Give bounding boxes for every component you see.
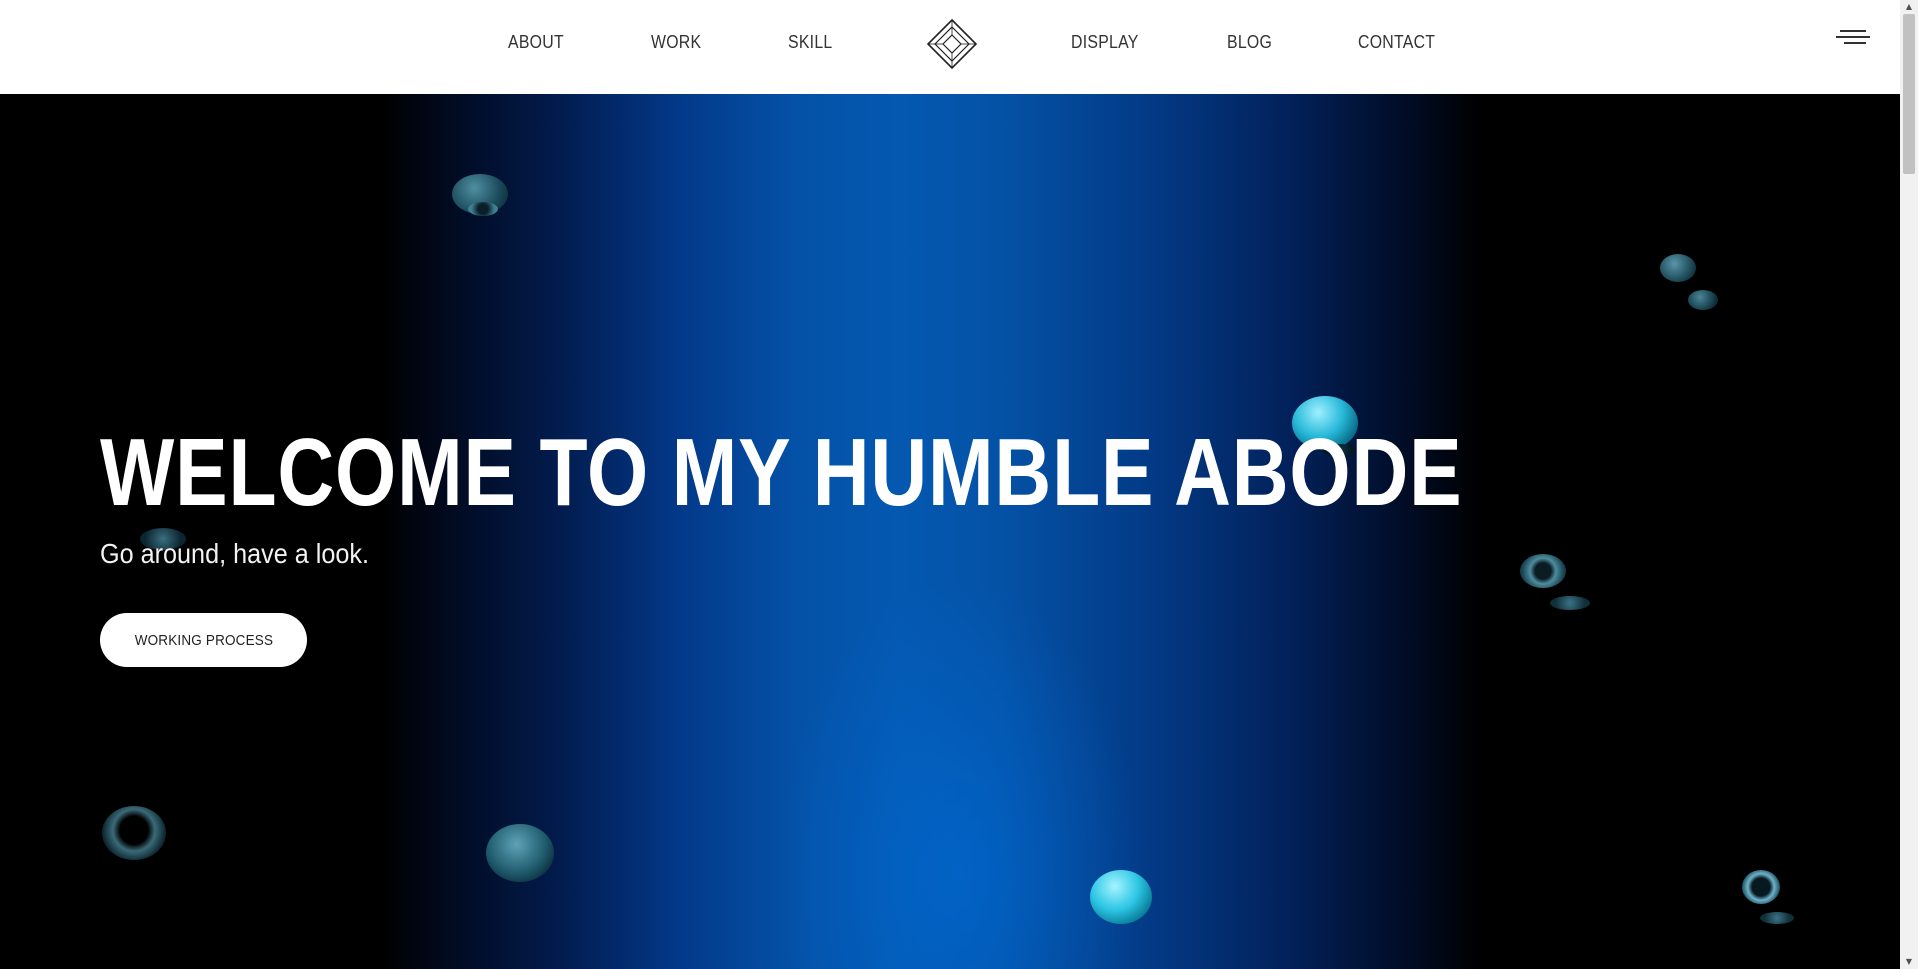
- floating-orb: [1742, 870, 1780, 904]
- floating-orb: [1090, 870, 1152, 924]
- floating-orb: [102, 806, 166, 860]
- hero-title: WELCOME TO MY HUMBLE ABODE: [100, 419, 1463, 526]
- hero-section: WELCOME TO MY HUMBLE ABODE Go around, ha…: [0, 94, 1900, 969]
- hamburger-menu-icon[interactable]: [1836, 30, 1870, 50]
- floating-orb: [1688, 290, 1718, 310]
- floating-orb: [1550, 596, 1590, 610]
- working-process-label: WORKING PROCESS: [134, 631, 273, 649]
- blue-light-beam: [0, 94, 1900, 969]
- floating-orb: [468, 202, 498, 216]
- floating-orb: [1760, 912, 1794, 924]
- floating-orb: [486, 824, 554, 882]
- vertical-scrollbar[interactable]: ▲ ▼: [1900, 0, 1918, 969]
- nav-blog[interactable]: BLOG: [1227, 32, 1272, 53]
- page: ABOUT WORK SKILL DISPLAY BLOG CONTACT WE…: [0, 0, 1918, 969]
- nav-display[interactable]: DISPLAY: [1071, 32, 1139, 53]
- working-process-button[interactable]: WORKING PROCESS: [100, 613, 307, 667]
- floating-orb: [1660, 254, 1696, 282]
- site-header: ABOUT WORK SKILL DISPLAY BLOG CONTACT: [0, 0, 1900, 94]
- scroll-up-arrow-icon[interactable]: ▲: [1900, 0, 1918, 14]
- nav-skill[interactable]: SKILL: [788, 32, 832, 53]
- scrollbar-thumb[interactable]: [1903, 14, 1915, 174]
- nav-work[interactable]: WORK: [651, 32, 701, 53]
- diamond-logo-icon[interactable]: [926, 18, 978, 70]
- hero-subtitle: Go around, have a look.: [100, 538, 369, 569]
- scroll-down-arrow-icon[interactable]: ▼: [1900, 955, 1918, 969]
- nav-contact[interactable]: CONTACT: [1358, 32, 1435, 53]
- floating-orb: [1520, 554, 1566, 588]
- nav-about[interactable]: ABOUT: [508, 32, 564, 53]
